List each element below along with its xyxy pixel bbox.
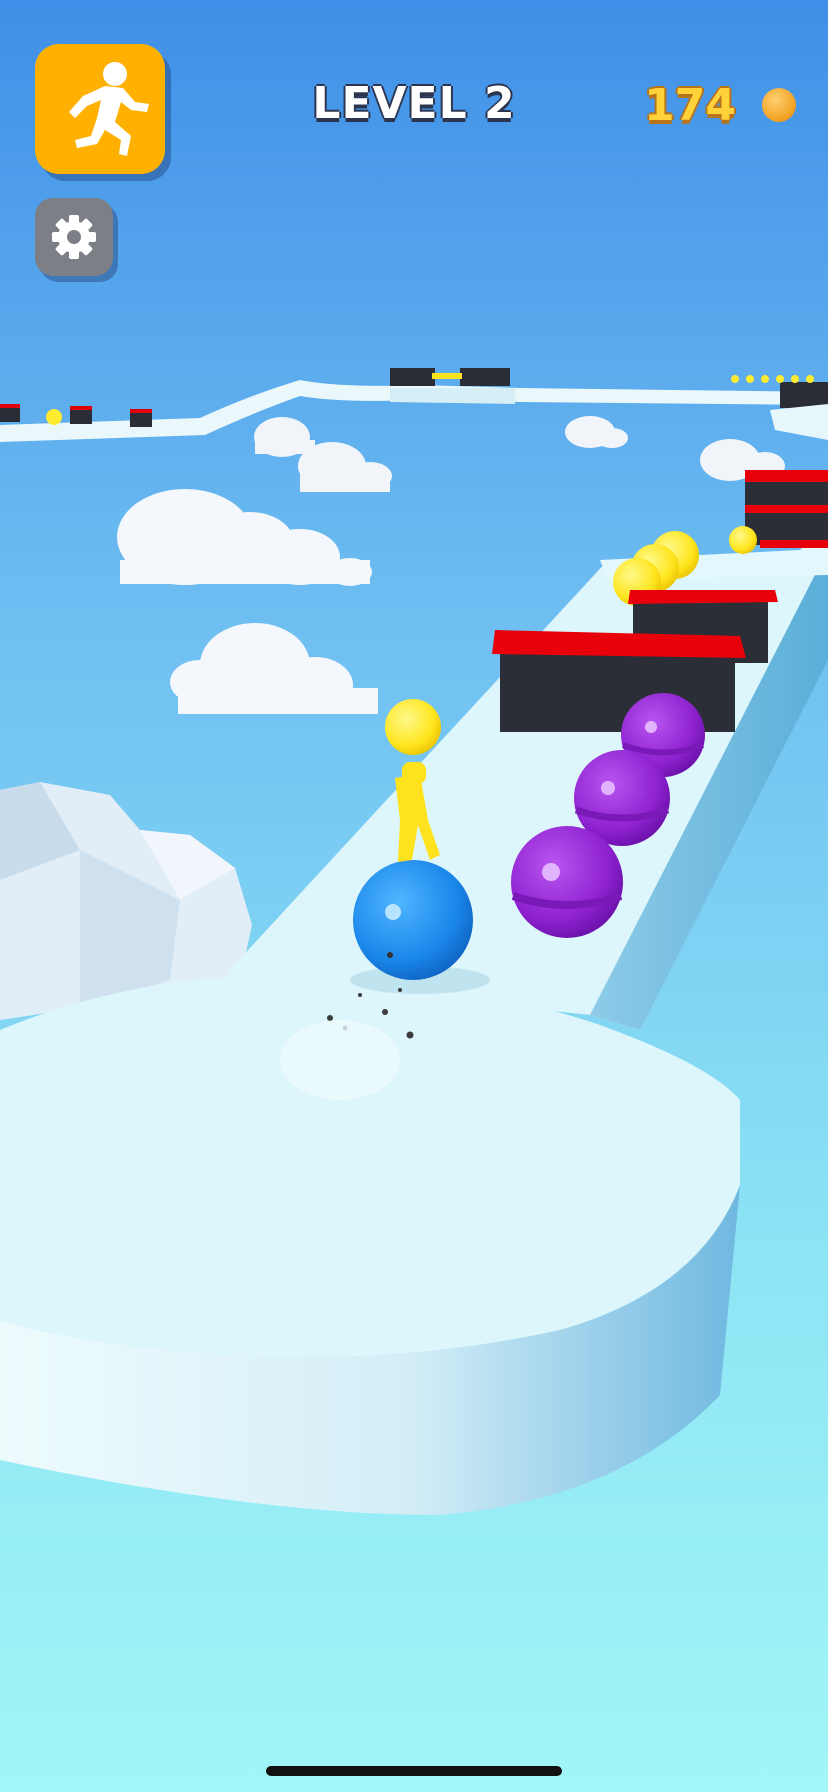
snow-trail bbox=[280, 1020, 400, 1100]
home-indicator[interactable] bbox=[266, 1766, 562, 1776]
game-scene[interactable] bbox=[0, 0, 828, 1792]
gear-icon bbox=[52, 215, 96, 259]
coin-counter: 174 bbox=[644, 80, 736, 131]
coin-icon bbox=[762, 88, 796, 122]
settings-button[interactable] bbox=[35, 198, 113, 276]
